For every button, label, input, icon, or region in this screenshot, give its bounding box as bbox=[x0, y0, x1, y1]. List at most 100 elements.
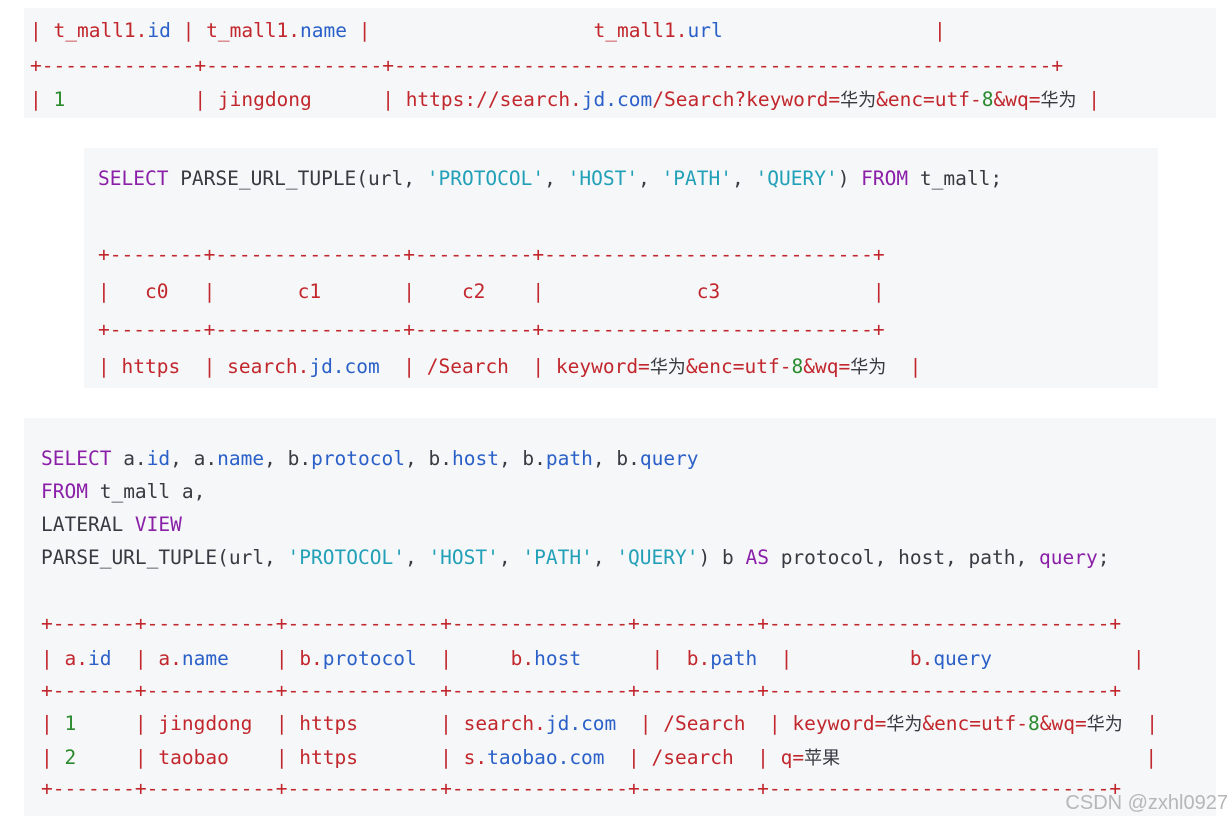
keyword-token: FROM bbox=[41, 480, 88, 503]
text-token: +-------+-----------+-------------+-----… bbox=[41, 679, 1122, 702]
text-token: protocol, host, path, bbox=[768, 546, 1039, 569]
code-line: +-------+-----------+-------------+-----… bbox=[41, 679, 1121, 703]
field-token: query bbox=[639, 447, 699, 470]
watermark: CSDN @zxhl0927 bbox=[1065, 792, 1228, 814]
text-token: | a. bbox=[41, 647, 88, 670]
field-token: name bbox=[217, 447, 265, 470]
text-token: 华为 bbox=[850, 357, 887, 378]
field-token: jd.com bbox=[309, 355, 380, 378]
text-token: +-------------+---------------+---------… bbox=[30, 54, 1064, 77]
text-token: | bbox=[992, 647, 1145, 670]
text-token: &enc=utf- bbox=[922, 712, 1028, 735]
code-line: SELECT a.id, a.name, b.protocol, b.host,… bbox=[41, 447, 699, 471]
text-token: | t_mall1. bbox=[170, 19, 301, 42]
text-token: , b. bbox=[264, 447, 312, 470]
field-token: taobao.com bbox=[487, 746, 605, 769]
text-token: , a. bbox=[170, 447, 218, 470]
text-token: 华为 bbox=[886, 714, 923, 735]
field-token: url bbox=[687, 19, 723, 42]
string-token: 'QUERY' bbox=[616, 546, 699, 569]
field-token: jd.com bbox=[581, 88, 653, 111]
string-token: 'HOST' bbox=[567, 167, 639, 190]
text-token: +-------+-----------+-------------+-----… bbox=[41, 612, 1122, 635]
text-token: 华为 bbox=[1040, 90, 1077, 111]
number-token: 8 bbox=[1028, 712, 1040, 735]
string-token: 'HOST' bbox=[428, 546, 499, 569]
text-token: LATERAL bbox=[41, 513, 135, 536]
code-line: | 1 | jingdong | https | search.jd.com |… bbox=[41, 712, 1158, 737]
text-token: ; bbox=[1097, 546, 1110, 569]
code-block-parse-url-query: SELECT PARSE_URL_TUPLE(url, 'PROTOCOL', … bbox=[84, 148, 1158, 388]
code-line: +--------+----------------+----------+--… bbox=[98, 243, 885, 267]
string-token: 'PATH' bbox=[522, 546, 593, 569]
text-token: 苹果 bbox=[804, 748, 841, 769]
code-line: +--------+----------------+----------+--… bbox=[98, 318, 885, 342]
text-token: &wq= bbox=[1039, 712, 1087, 735]
text-token: | https | search. bbox=[98, 355, 310, 378]
string-token: 'QUERY' bbox=[755, 167, 838, 190]
text-token: /Search?keyword= bbox=[652, 88, 841, 111]
text-token: | bbox=[30, 88, 54, 111]
keyword-token: SELECT bbox=[98, 167, 169, 190]
text-token: | bbox=[886, 355, 922, 378]
text-token: ) b bbox=[698, 546, 746, 569]
field-token: id bbox=[146, 447, 171, 470]
keyword-token: query bbox=[1038, 546, 1098, 569]
text-token: 华为 bbox=[840, 90, 877, 111]
code-block-result-table: | t_mall1.id | t_mall1.name | t_mall1.ur… bbox=[24, 8, 1216, 118]
text-token: +-------+-----------+-------------+-----… bbox=[41, 777, 1122, 800]
text-token: | bbox=[1122, 712, 1158, 735]
text-token: &enc=utf- bbox=[685, 355, 792, 378]
code-line: | 1 | jingdong | https://search.jd.com/S… bbox=[30, 88, 1100, 113]
text-token: t_mall a, bbox=[87, 480, 206, 503]
text-token: t_mall; bbox=[908, 167, 1003, 190]
code-line: PARSE_URL_TUPLE(url, 'PROTOCOL', 'HOST',… bbox=[41, 546, 1109, 570]
code-line: | t_mall1.id | t_mall1.name | t_mall1.ur… bbox=[30, 19, 946, 43]
text-token: | /search | q= bbox=[604, 746, 805, 769]
text-token: | b. bbox=[416, 647, 535, 670]
text-token: , bbox=[592, 546, 617, 569]
text-token: | a. bbox=[111, 647, 182, 670]
text-token: | t_mall1. bbox=[30, 19, 148, 42]
text-token: &enc=utf- bbox=[876, 88, 982, 111]
text-token: | bbox=[41, 746, 65, 769]
text-token: 华为 bbox=[1086, 714, 1123, 735]
code-line: | a.id | a.name | b.protocol | b.host | … bbox=[41, 647, 1145, 671]
text-token: +--------+----------------+----------+--… bbox=[98, 318, 885, 341]
field-token: path bbox=[545, 447, 593, 470]
text-token: | /Search | keyword= bbox=[379, 355, 650, 378]
code-line: +-------+-----------+-------------+-----… bbox=[41, 777, 1121, 801]
text-token: &wq= bbox=[803, 355, 851, 378]
code-line: | https | search.jd.com | /Search | keyw… bbox=[98, 355, 921, 380]
text-token: | bbox=[41, 712, 65, 735]
string-token: 'PROTOCOL' bbox=[287, 546, 405, 569]
number-token: 2 bbox=[64, 746, 77, 769]
text-token: | bbox=[840, 746, 1158, 769]
text-token: PARSE_URL_TUPLE(url, bbox=[41, 546, 288, 569]
string-token: 'PATH' bbox=[661, 167, 733, 190]
code-line: SELECT PARSE_URL_TUPLE(url, 'PROTOCOL', … bbox=[98, 167, 1002, 191]
text-token: | /Search | keyword= bbox=[616, 712, 887, 735]
number-token: 1 bbox=[53, 88, 66, 111]
text-token: , bbox=[404, 546, 429, 569]
text-token: | b. bbox=[228, 647, 323, 670]
text-token: | bbox=[1076, 88, 1100, 111]
code-line: FROM t_mall a, bbox=[41, 480, 205, 504]
code-line: LATERAL VIEW bbox=[41, 513, 182, 537]
number-token: 8 bbox=[981, 88, 994, 111]
keyword-token: SELECT bbox=[41, 447, 112, 470]
number-token: 8 bbox=[791, 355, 804, 378]
field-token: jd.com bbox=[545, 712, 617, 735]
code-line: +-------+-----------+-------------+-----… bbox=[41, 612, 1121, 636]
text-token: a. bbox=[111, 447, 147, 470]
keyword-token: VIEW bbox=[134, 513, 182, 536]
code-line: +-------------+---------------+---------… bbox=[30, 54, 1063, 78]
text-token: , bbox=[732, 167, 756, 190]
field-token: protocol bbox=[322, 647, 417, 670]
text-token: | t_mall1. bbox=[347, 19, 688, 42]
text-token: PARSE_URL_TUPLE(url, bbox=[168, 167, 427, 190]
text-token: , bbox=[638, 167, 662, 190]
field-token: name bbox=[300, 19, 347, 42]
field-token: id bbox=[147, 19, 171, 42]
text-token: , b. bbox=[405, 447, 452, 470]
